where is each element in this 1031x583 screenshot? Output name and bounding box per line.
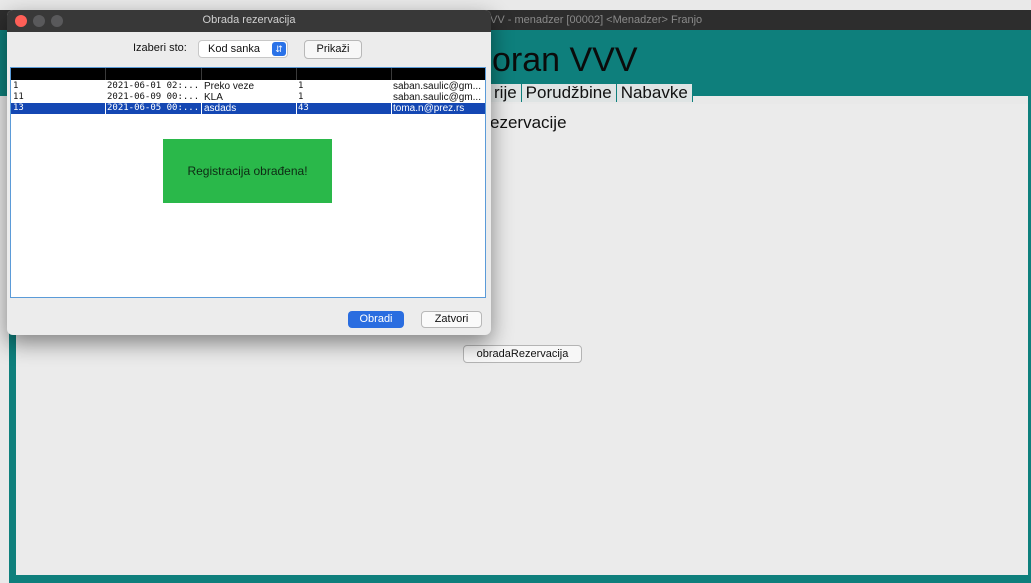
row-note: asdads	[204, 103, 237, 114]
table-select-label: Izaberi sto:	[133, 42, 187, 54]
chevron-updown-icon: ⇵	[272, 42, 286, 56]
row-id: 1	[13, 81, 19, 91]
page-heading: ezervacije	[490, 113, 567, 132]
main-window-title: VV - menadzer [00002] <Menadzer> Franjo	[490, 14, 703, 26]
cell-separator	[105, 103, 106, 114]
row-id: 13	[13, 103, 24, 113]
table-row-selected[interactable]: 13 2021-06-05 00:... asdads 43 toma.n@pr…	[11, 103, 485, 114]
obrada-rezervacija-dialog: Obrada rezervacija Izaberi sto: Kod sank…	[7, 10, 491, 335]
table-row[interactable]: 11 2021-06-09 00:... KLA 1 saban.saulic@…	[11, 92, 485, 103]
row-note: KLA	[204, 92, 223, 103]
menu-item-nabavke[interactable]: Nabavke	[617, 84, 693, 102]
table-select-value: Kod sanka	[208, 43, 260, 55]
dialog-title: Obrada rezervacija	[202, 14, 296, 26]
table-header	[11, 68, 485, 80]
table-select[interactable]: Kod sanka ⇵	[198, 40, 288, 58]
row-id: 11	[13, 92, 24, 102]
column-divider[interactable]	[105, 68, 106, 80]
success-toast: Registracija obrađena!	[163, 139, 332, 203]
row-guests: 43	[298, 103, 309, 113]
row-datetime: 2021-06-05 00:...	[107, 103, 200, 113]
row-datetime: 2021-06-09 00:...	[107, 92, 200, 102]
column-divider[interactable]	[296, 68, 297, 80]
app-logo-text: oran VVV	[492, 41, 638, 79]
row-email: saban.saulic@gm...	[393, 92, 481, 103]
row-email: saban.saulic@gm...	[393, 81, 481, 92]
table-row[interactable]: 1 2021-06-01 02:... Preko veze 1 saban.s…	[11, 81, 485, 92]
row-email: toma.n@prez.rs	[393, 103, 465, 114]
obrada-rezervacija-button[interactable]: obradaRezervacija	[463, 345, 582, 363]
row-datetime: 2021-06-01 02:...	[107, 81, 200, 91]
row-guests: 1	[298, 92, 304, 102]
close-button[interactable]: Zatvori	[421, 311, 482, 328]
cell-separator	[391, 103, 392, 114]
process-button[interactable]: Obradi	[348, 311, 404, 328]
main-frame-bottom	[9, 575, 1031, 583]
main-menu-bar: rije Porudžbine Nabavke	[490, 84, 693, 102]
row-note: Preko veze	[204, 81, 255, 92]
column-divider[interactable]	[201, 68, 202, 80]
show-button[interactable]: Prikaži	[304, 40, 362, 59]
menu-item-rezervacije[interactable]: rije	[490, 84, 522, 102]
cell-separator	[296, 103, 297, 114]
cell-separator	[201, 103, 202, 114]
row-guests: 1	[298, 81, 304, 91]
menu-item-porudzbine[interactable]: Porudžbine	[522, 84, 617, 102]
column-divider[interactable]	[391, 68, 392, 80]
